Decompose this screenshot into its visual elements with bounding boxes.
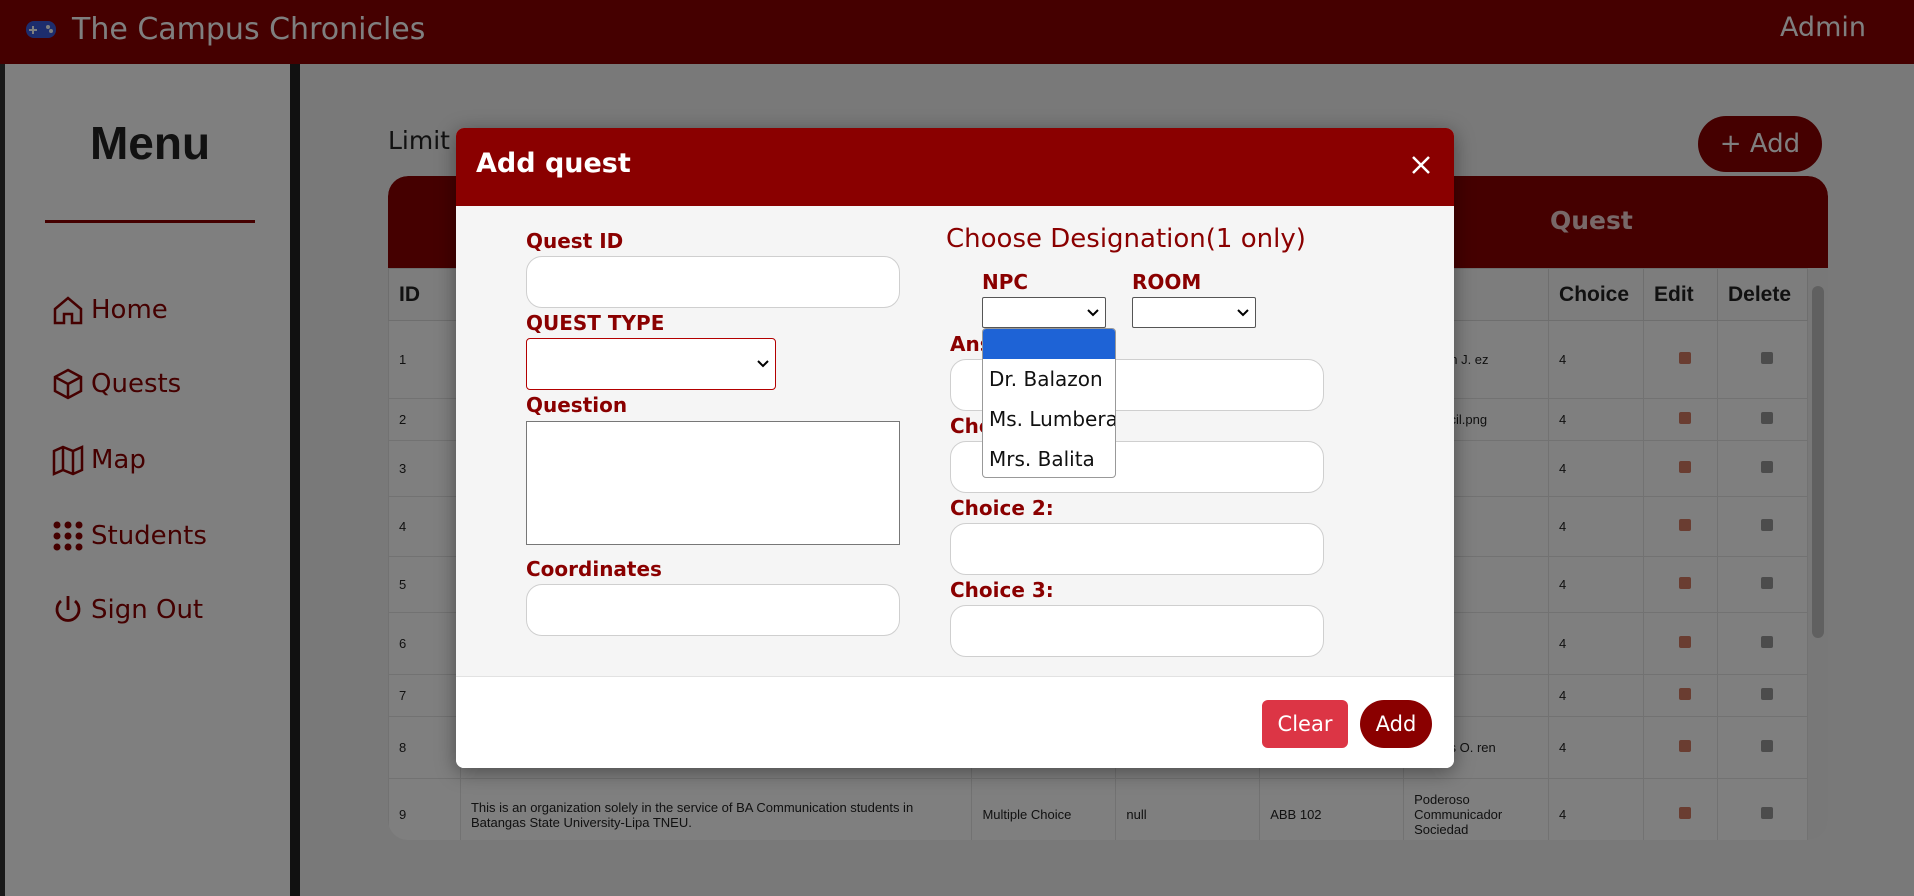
room-label: ROOM <box>1132 270 1202 294</box>
choice-3-input[interactable] <box>950 605 1324 657</box>
room-select[interactable] <box>1132 297 1256 328</box>
chevron-down-icon <box>1087 308 1099 316</box>
dropdown-option[interactable]: Mrs. Balita <box>983 439 1115 477</box>
modal-header: Add quest <box>456 128 1454 206</box>
coordinates-input[interactable] <box>526 584 900 636</box>
chevron-down-icon <box>757 360 769 368</box>
close-button[interactable] <box>1404 148 1438 182</box>
add-button[interactable]: Add <box>1360 700 1432 748</box>
chevron-down-icon <box>1237 308 1249 316</box>
quest-id-label: Quest ID <box>526 229 624 253</box>
quest-type-select[interactable] <box>526 338 776 390</box>
choice-2-label: Choice 2: <box>950 496 1054 520</box>
npc-select[interactable] <box>982 297 1106 328</box>
dropdown-option[interactable]: Ms. Lumbera <box>983 399 1115 439</box>
designation-title: Choose Designation(1 only) <box>946 224 1306 254</box>
modal-title: Add quest <box>476 148 631 179</box>
close-icon <box>1412 156 1430 174</box>
dropdown-option[interactable] <box>983 329 1115 359</box>
npc-label: NPC <box>982 270 1029 294</box>
quest-type-label: QUEST TYPE <box>526 311 665 335</box>
npc-dropdown-list: Dr. Balazon Ms. Lumbera Mrs. Balita <box>982 328 1116 478</box>
question-label: Question <box>526 393 628 417</box>
dropdown-option[interactable]: Dr. Balazon <box>983 359 1115 399</box>
add-quest-modal: Add quest Quest ID QUEST TYPE Question C… <box>456 128 1454 768</box>
clear-button[interactable]: Clear <box>1262 700 1348 748</box>
choice-3-label: Choice 3: <box>950 578 1054 602</box>
question-textarea[interactable] <box>526 421 900 545</box>
quest-id-input[interactable] <box>526 256 900 308</box>
choice-2-input[interactable] <box>950 523 1324 575</box>
coordinates-label: Coordinates <box>526 557 662 581</box>
